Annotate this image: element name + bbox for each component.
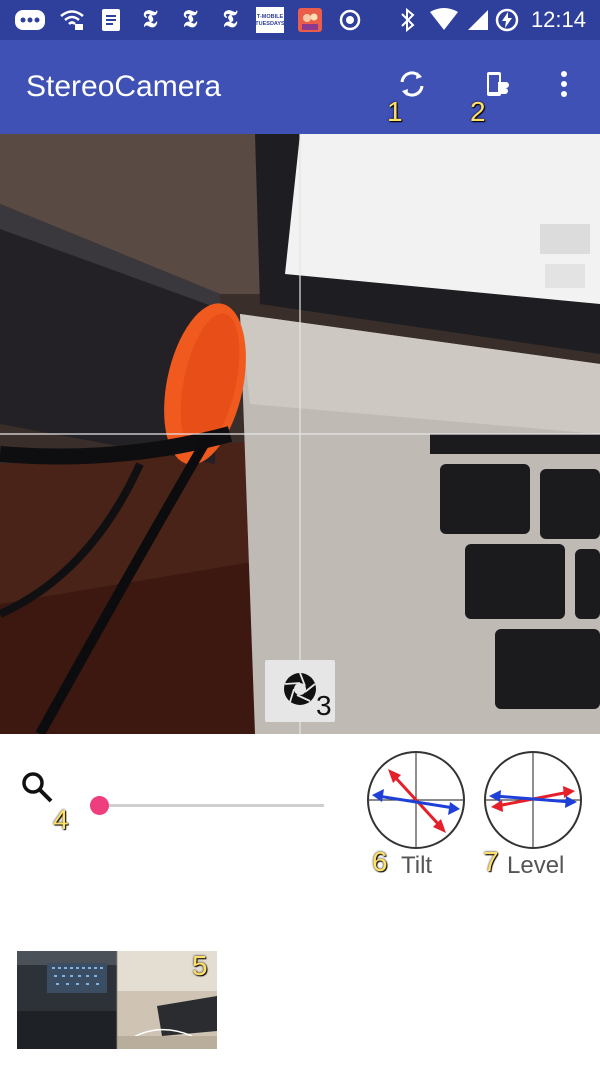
callout-1: 1: [387, 96, 403, 127]
level-label: Level: [507, 852, 565, 879]
stereo-pair-thumbnail[interactable]: [17, 951, 217, 1049]
callout-6: 6: [372, 846, 388, 877]
overflow-menu-icon: [559, 69, 569, 104]
zoom-slider[interactable]: [90, 796, 324, 816]
callout-7: 7: [483, 846, 499, 877]
wifi-icon: [58, 8, 86, 32]
level-indicator: [483, 750, 583, 850]
callout-4: 4: [53, 804, 69, 835]
callout-2: 2: [470, 96, 486, 127]
bluetooth-icon: [398, 8, 418, 32]
record-icon: [338, 8, 362, 32]
tmobile-tuesdays-icon: T-MOBILE TUESDAYS: [256, 7, 284, 33]
svg-text:TUESDAYS: TUESDAYS: [256, 21, 284, 27]
nyt-icon: 𝕿: [182, 6, 198, 33]
app-icon: [297, 8, 323, 32]
docs-icon: [100, 8, 122, 32]
tilt-indicator: [366, 750, 466, 850]
svg-text:T-MOBILE: T-MOBILE: [257, 14, 284, 20]
signal-icon: [428, 8, 460, 32]
zoom-slider-thumb[interactable]: [90, 796, 109, 815]
app-title: StereoCamera: [26, 70, 222, 103]
callout-5: 5: [192, 950, 208, 981]
callout-3: 3: [316, 690, 332, 721]
stereo-thumbnail-image: [17, 951, 217, 1049]
signal-icon: [466, 8, 490, 32]
battery-charging-icon: [494, 8, 520, 32]
overflow-menu-button[interactable]: [542, 64, 586, 108]
nyt-icon: 𝕿: [222, 6, 238, 33]
more-icon: [14, 8, 46, 32]
camera-viewfinder[interactable]: [0, 134, 600, 734]
aperture-icon: [283, 672, 317, 711]
status-bar: 𝕿 𝕿 𝕿 T-MOBILE TUESDAYS 12:14: [0, 0, 600, 40]
status-time: 12:14: [530, 7, 586, 32]
nyt-icon: 𝕿: [142, 6, 158, 33]
controls-panel: 4 6 Tilt 7 Level 5: [0, 734, 600, 1067]
camera-preview-image: [0, 134, 600, 734]
zoom-slider-track: [90, 804, 324, 807]
tilt-label: Tilt: [401, 852, 433, 879]
zoom-icon: [20, 770, 54, 809]
app-bar: StereoCamera 1 2: [0, 40, 600, 134]
